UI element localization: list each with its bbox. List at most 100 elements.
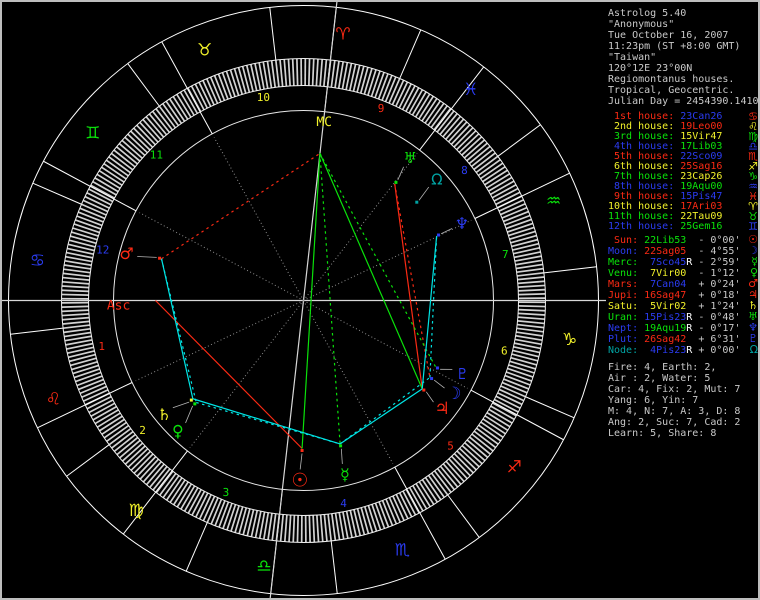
- degree-tick: [292, 515, 296, 543]
- degree-tick: [62, 276, 90, 281]
- header-line: Astrolog 5.40: [608, 8, 687, 19]
- planet-glyph: ☿: [340, 465, 350, 484]
- planet-position-dot: [339, 444, 343, 448]
- info-panel: Astrolog 5.40 "Anonymous" Tue October 16, …: [606, 2, 758, 598]
- planet-row: Sun: 22Lib53 - 0°00' ☉: [608, 233, 758, 246]
- planet-pointer: [425, 391, 434, 403]
- degree-tick: [330, 60, 336, 88]
- degree-tick: [311, 58, 315, 86]
- summary-line: Air : 2, Water: 5: [608, 373, 711, 384]
- header-line: 11:23pm (ST +8:00 GMT): [608, 41, 741, 52]
- degree-tick: [287, 58, 291, 86]
- degree-tick: [374, 72, 385, 99]
- degree-tick: [323, 514, 328, 542]
- planet-row: Mars: 7Can04 + 0°24' ♂: [608, 277, 758, 290]
- planet-position-dot: [300, 448, 304, 452]
- degree-tick: [61, 285, 89, 289]
- planet-glyph: ♄: [157, 405, 171, 424]
- house-number: 7: [502, 248, 509, 261]
- planet-pointer: [440, 228, 453, 235]
- planet-pointer: [433, 379, 445, 389]
- degree-tick: [518, 305, 546, 308]
- house-cusp-list: 1st house: 23Can26 ♋ 2nd house: 19Leo00 ♌ …: [608, 111, 758, 233]
- degree-tick: [62, 324, 91, 330]
- degree-tick: [518, 288, 546, 292]
- house-row: 12th house: 25Gem16 ♊: [608, 220, 758, 233]
- sign-boundary: [10, 327, 64, 335]
- degree-tick: [363, 506, 374, 533]
- minor-cusp-spoke: [303, 300, 468, 389]
- degree-tick: [518, 308, 546, 312]
- degree-tick: [288, 515, 292, 543]
- natal-chart-wheel: 123456789101112♈♉♊♋♌♍♎♏♐♑♒♓☉☽☿♀♂♃♄♅♆♇ΩMC…: [2, 2, 606, 598]
- planet-row: Nept: 19Aqu19R - 0°17' ♆: [608, 321, 758, 334]
- planet-position-dot: [430, 377, 434, 381]
- degree-tick: [508, 226, 535, 237]
- planet-row: Node: 4Pis23R + 0°00' Ω: [608, 343, 758, 356]
- aspect-line: [339, 388, 423, 445]
- degree-tick: [75, 219, 102, 230]
- house-number: 9: [378, 102, 385, 115]
- minor-cusp-spoke: [213, 137, 304, 301]
- sign-boundary: [447, 494, 480, 538]
- degree-tick: [507, 222, 534, 233]
- header-line: Julian Day = 2454390.1410: [608, 96, 759, 107]
- degree-tick: [61, 293, 89, 296]
- house-number: 2: [139, 424, 146, 437]
- degree-tick: [319, 59, 324, 87]
- degree-tick: [266, 61, 273, 89]
- house-number: 6: [501, 344, 508, 357]
- planet-pointer: [299, 453, 303, 470]
- planet-row: Venu: 7Vir00 - 1°12' ♀: [608, 266, 758, 279]
- planet-glyph: ☉: [291, 469, 308, 491]
- sign-boundary: [127, 63, 160, 107]
- minor-cusp-spoke: [189, 300, 304, 449]
- house-number: 10: [257, 91, 270, 104]
- aspect-line: [161, 152, 321, 260]
- zodiac-sign-glyph: ♓: [463, 80, 478, 100]
- degree-tick: [267, 513, 273, 541]
- degree-tick: [62, 280, 90, 285]
- degree-tick: [283, 59, 288, 87]
- degree-tick: [517, 323, 545, 329]
- planet-pointer: [172, 401, 190, 409]
- planet-row: Uran: 15Pis23R - 0°48' ♅: [608, 310, 758, 323]
- degree-tick: [327, 513, 333, 542]
- degree-tick: [64, 331, 92, 338]
- zodiac-sign-glyph: ♒: [546, 192, 561, 212]
- house-number: 3: [223, 486, 230, 499]
- zodiac-sign-glyph: ♌: [46, 389, 61, 409]
- degree-tick: [62, 320, 90, 325]
- summary-line: Fire: 4, Earth: 2,: [608, 362, 717, 373]
- degree-tick: [323, 59, 328, 87]
- planet-glyph: ♀: [172, 421, 184, 440]
- summary-line: Ang: 2, Suc: 7, Cad: 2: [608, 417, 741, 428]
- minor-cusp-spoke: [135, 300, 304, 382]
- summary-line: Learn: 5, Share: 8: [608, 428, 717, 439]
- degree-tick: [517, 316, 545, 321]
- header-line: 120°12E 23°00N: [608, 63, 693, 74]
- house-number: 1: [98, 340, 105, 353]
- planet-row: Satu: 5Vir02 + 1°24' ♄: [608, 299, 758, 312]
- zodiac-sign-glyph: ♐: [507, 458, 522, 478]
- degree-tick: [61, 313, 89, 317]
- aspect-line: [429, 235, 438, 378]
- zodiac-sign-icon: ♊: [748, 220, 758, 233]
- degree-tick: [312, 515, 316, 543]
- degree-tick: [308, 58, 311, 86]
- zodiac-sign-glyph: ♋: [30, 251, 45, 271]
- degree-tick: [319, 514, 324, 542]
- planet-position-dot: [435, 366, 439, 370]
- planet-pointer: [185, 405, 194, 424]
- aspect-line: [196, 401, 341, 445]
- degree-tick: [334, 60, 340, 88]
- angle-axis-line: [302, 2, 338, 301]
- planet-row: Merc: 7Sco45R - 2°59' ☿: [608, 255, 758, 268]
- sign-boundary: [525, 396, 575, 419]
- planet-pointer: [340, 448, 343, 464]
- house-number: 5: [447, 440, 454, 453]
- house-number: 8: [461, 164, 468, 177]
- planet-position-dot: [436, 233, 440, 237]
- header-line: Tropical, Geocentric.: [608, 85, 735, 96]
- degree-tick: [270, 60, 277, 88]
